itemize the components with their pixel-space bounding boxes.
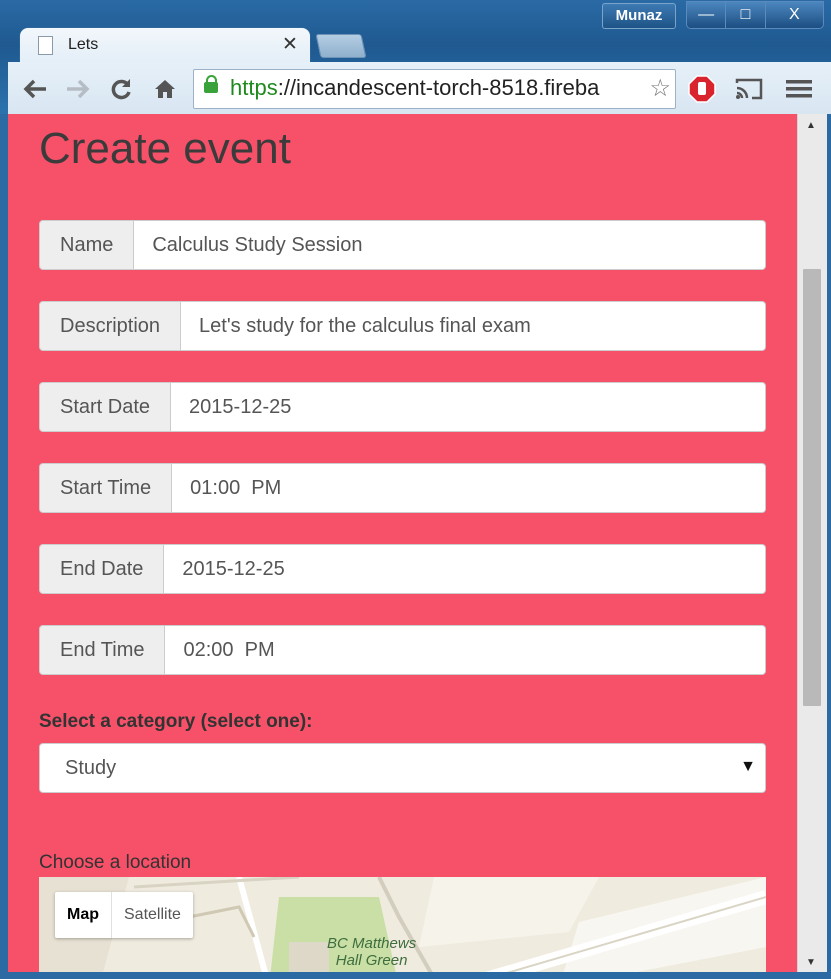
tab-title: Lets bbox=[68, 36, 99, 53]
field-label: Description bbox=[39, 301, 182, 351]
end-date-field[interactable]: 2015-12-25 bbox=[164, 544, 766, 594]
window-controls: — □ X bbox=[686, 1, 824, 29]
name-field[interactable]: Calculus Study Session bbox=[134, 220, 766, 270]
end-date-input-group: End Date 2015-12-25 bbox=[39, 544, 766, 594]
bookmark-star-icon[interactable]: ☆ bbox=[649, 74, 671, 103]
start-time-input-group: Start Time 01:00 PM bbox=[39, 463, 766, 513]
forward-arrow-icon bbox=[67, 79, 90, 99]
adblock-hand-icon bbox=[688, 75, 716, 103]
forward-button[interactable] bbox=[63, 74, 93, 104]
url-text: https://incandescent-torch-8518.fireba bbox=[230, 75, 600, 100]
maximize-icon: □ bbox=[740, 6, 751, 23]
end-time-input-group: End Time 02:00 PM bbox=[39, 625, 766, 675]
new-tab-button[interactable] bbox=[315, 34, 367, 58]
home-button[interactable] bbox=[150, 74, 180, 104]
category-select[interactable]: Study ▼ bbox=[39, 743, 766, 793]
start-date-input-group: Start Date 2015-12-25 bbox=[39, 382, 766, 432]
field-label: Start Date bbox=[39, 382, 172, 432]
dropdown-arrow-icon: ▼ bbox=[740, 758, 756, 775]
start-date-field[interactable]: 2015-12-25 bbox=[171, 382, 766, 432]
field-label: Name bbox=[39, 220, 135, 270]
reload-icon bbox=[111, 79, 131, 100]
field-label: Start Time bbox=[39, 463, 173, 513]
map-type-control: Map Satellite bbox=[55, 892, 193, 938]
window-border-left bbox=[0, 114, 8, 979]
page-title: Create event bbox=[39, 124, 291, 173]
page-content: Create event Name Calculus Study Session… bbox=[8, 114, 797, 972]
close-icon: X bbox=[788, 6, 800, 23]
end-time-field[interactable]: 02:00 PM bbox=[165, 625, 766, 675]
profile-badge[interactable]: Munaz bbox=[602, 3, 676, 29]
scrollbar-thumb[interactable] bbox=[803, 269, 821, 706]
minimize-icon: — bbox=[698, 6, 715, 23]
description-input-group: Description Let's study for the calculus… bbox=[39, 301, 766, 351]
vertical-scrollbar[interactable]: ▲ ▼ bbox=[797, 114, 827, 972]
page-icon bbox=[38, 36, 53, 55]
start-time-field[interactable]: 01:00 PM bbox=[172, 463, 766, 513]
map-place-label: BC Matthews Hall Green bbox=[327, 935, 417, 969]
lock-icon bbox=[204, 75, 218, 93]
minimize-button[interactable]: — bbox=[687, 2, 727, 28]
cast-icon bbox=[735, 78, 763, 100]
browser-toolbar: https://incandescent-torch-8518.fireba ☆ bbox=[8, 62, 831, 114]
map-view-button[interactable]: Map bbox=[55, 892, 112, 938]
description-field[interactable]: Let's study for the calculus final exam bbox=[181, 301, 766, 351]
window-border-bottom bbox=[0, 972, 831, 979]
satellite-view-button[interactable]: Satellite bbox=[112, 892, 193, 938]
back-button[interactable] bbox=[20, 74, 50, 104]
category-label: Select a category (select one): bbox=[39, 711, 313, 732]
scroll-down-icon[interactable]: ▼ bbox=[806, 957, 816, 968]
menu-button[interactable] bbox=[783, 74, 815, 104]
close-window-button[interactable]: X bbox=[765, 2, 823, 28]
name-input-group: Name Calculus Study Session bbox=[39, 220, 766, 270]
field-label: End Time bbox=[39, 625, 166, 675]
reload-button[interactable] bbox=[106, 74, 136, 104]
location-label: Choose a location bbox=[39, 852, 192, 873]
back-arrow-icon bbox=[23, 79, 46, 99]
cast-button[interactable] bbox=[733, 74, 765, 104]
category-selected-value: Study bbox=[65, 756, 117, 779]
browser-tab[interactable]: Lets ✕ bbox=[20, 28, 310, 64]
field-label: End Date bbox=[39, 544, 165, 594]
hamburger-menu-icon bbox=[786, 80, 812, 98]
tab-close-icon[interactable]: ✕ bbox=[282, 33, 298, 56]
home-icon bbox=[155, 80, 175, 98]
scroll-up-icon[interactable]: ▲ bbox=[806, 120, 816, 131]
maximize-button[interactable]: □ bbox=[726, 2, 766, 28]
adblock-extension-button[interactable] bbox=[686, 74, 718, 104]
address-bar[interactable]: https://incandescent-torch-8518.fireba ☆ bbox=[193, 69, 676, 109]
location-map[interactable]: Map Satellite BC Matthews Hall Green bbox=[39, 877, 766, 972]
